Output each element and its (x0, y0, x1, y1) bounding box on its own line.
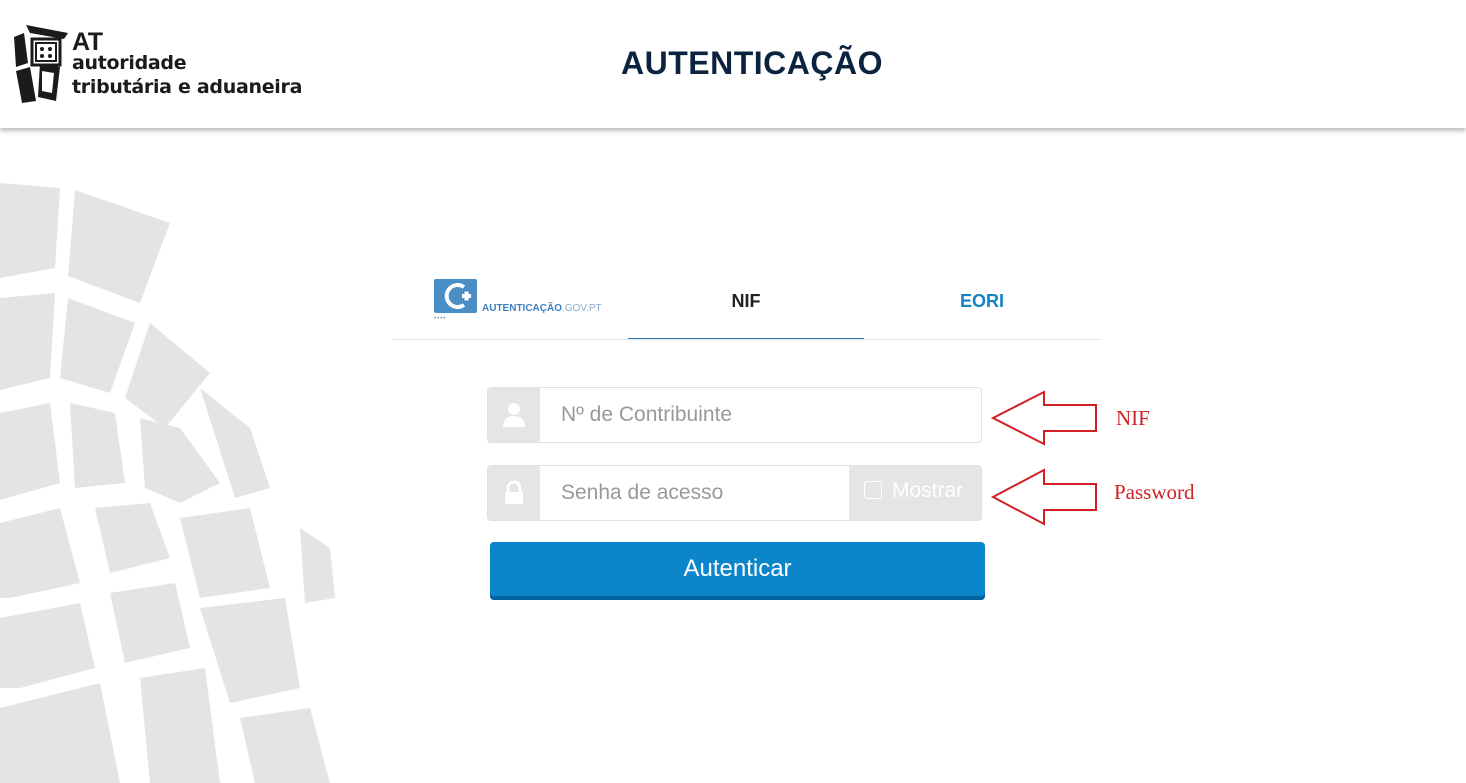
nif-input[interactable] (540, 388, 981, 442)
autenticacao-gov-icon (434, 279, 477, 313)
annotation-nif-label: NIF (1116, 406, 1150, 430)
tab-eori[interactable]: EORI (864, 270, 1100, 339)
checkbox-icon[interactable] (864, 481, 882, 499)
tab-nif[interactable]: NIF (628, 270, 864, 340)
background-watermark (0, 183, 335, 783)
tab-nif-label: NIF (731, 291, 761, 311)
annotation-password-label: Password (1114, 480, 1195, 504)
header: AT autoridade tributária e aduaneira AUT… (0, 0, 1466, 128)
authenticate-button[interactable]: Autenticar (490, 542, 985, 600)
user-icon (503, 403, 525, 427)
password-input[interactable] (540, 466, 849, 520)
arrow-left-icon (990, 468, 1097, 526)
tab-divider (392, 339, 1100, 340)
page-title: AUTENTICAÇÃO (621, 45, 883, 81)
login-method-tabs: •••• AUTENTICAÇÃO.GOV.PT NIF EORI (392, 270, 1100, 340)
nif-field-group (487, 387, 982, 443)
tab-autenticacao-gov[interactable]: •••• AUTENTICAÇÃO.GOV.PT (392, 270, 628, 339)
nif-addon (488, 388, 540, 442)
gov-logo-text: AUTENTICAÇÃO.GOV.PT (482, 303, 602, 314)
arrow-left-icon (990, 390, 1097, 446)
password-field-group: Mostrar (487, 465, 982, 521)
lock-icon (505, 480, 523, 504)
show-password-toggle[interactable]: Mostrar (849, 466, 981, 520)
gov-logo-dots: •••• (434, 316, 447, 322)
login-page: AT autoridade tributária e aduaneira AUT… (0, 0, 1466, 783)
password-addon (488, 466, 540, 520)
tab-eori-label: EORI (959, 291, 1004, 311)
show-password-label: Mostrar (892, 479, 964, 502)
